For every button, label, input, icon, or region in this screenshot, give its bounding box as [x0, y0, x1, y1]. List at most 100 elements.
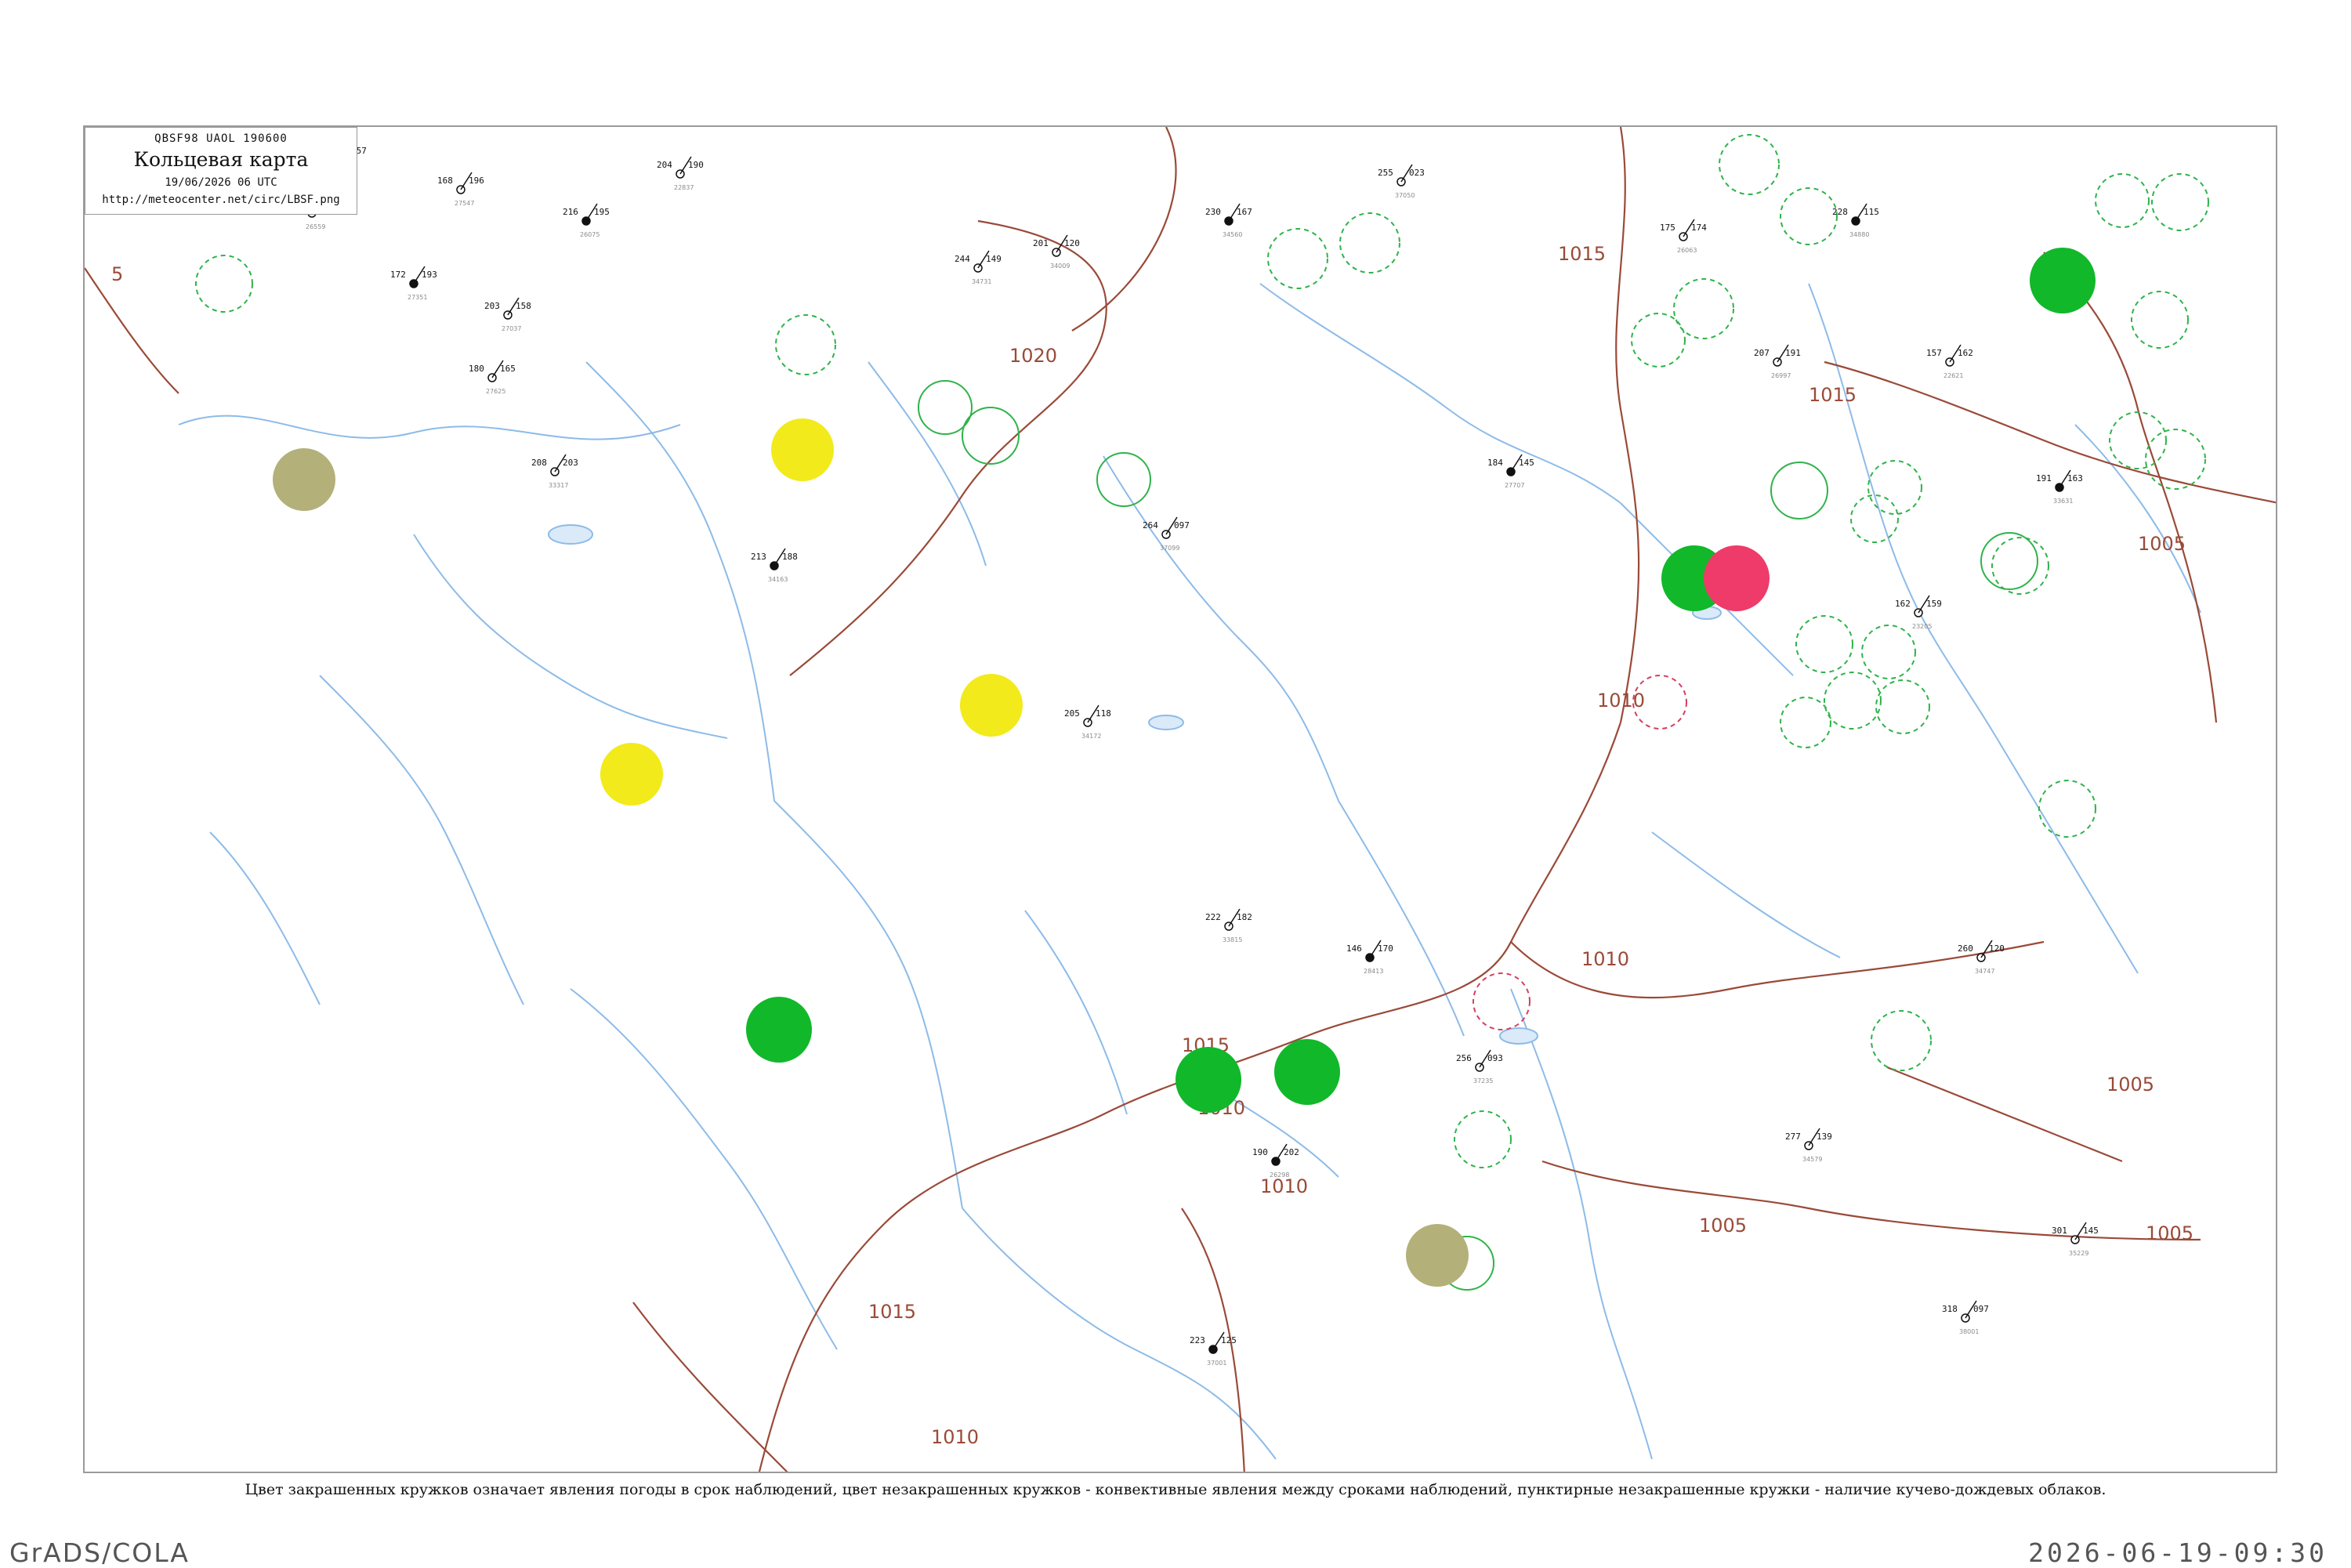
station-pressure: 182 [1237, 912, 1252, 922]
station-pressure: 167 [1237, 207, 1252, 217]
bulletin-code: QBSF98 UAOL 190600 [154, 132, 288, 145]
haze-marker [273, 448, 335, 511]
station-pressure: 125 [1221, 1335, 1237, 1345]
station-pressure: 145 [1519, 458, 1534, 468]
station-id: 27037 [502, 325, 521, 332]
page-title: Кольцевая карта [133, 148, 309, 171]
svg-text:1015: 1015 [1809, 384, 1857, 406]
station-plot: 205 118 34172 [1064, 704, 1111, 740]
svg-text:1015: 1015 [1558, 243, 1606, 265]
station-id: 28413 [1364, 968, 1383, 975]
station-temperature: 222 [1205, 912, 1221, 922]
station-id: 33317 [549, 482, 568, 489]
station-plot: 162 159 23205 [1895, 595, 1942, 630]
station-plot: 208 203 33317 [531, 454, 578, 489]
svg-text:1020: 1020 [1009, 345, 1057, 367]
observation-date: 19/06/2026 06 UTC [165, 176, 277, 189]
isobar-labels: 1020 1015 1015 1010 1010 1010 1010 1005 … [111, 243, 2193, 1448]
svg-text:1005: 1005 [1699, 1215, 1747, 1237]
station-temperature: 207 [1754, 348, 1770, 358]
render-timestamp: 2026-06-19-09:30 [2028, 1537, 2327, 1568]
station-pressure: 158 [516, 301, 531, 311]
station-plot: 256 093 37235 [1456, 1049, 1503, 1085]
station-pressure: 170 [1378, 943, 1393, 954]
legend-caption: Цвет закрашенных кружков означает явлени… [245, 1481, 2106, 1498]
station-id: 34009 [1050, 263, 1070, 270]
station-temperature: 191 [2036, 473, 2052, 483]
station-pressure: 149 [986, 254, 1002, 264]
station-plot: 318 097 38001 [1942, 1300, 1989, 1335]
station-plot: 230 167 34560 [1205, 203, 1252, 238]
station-id: 34880 [1849, 231, 1869, 238]
rain-marker [960, 674, 1023, 737]
lakes-layer [548, 524, 1722, 1045]
station-id: 37235 [1473, 1077, 1493, 1085]
station-temperature: 203 [484, 301, 500, 311]
station-plot: 190 202 26298 [1252, 1143, 1299, 1179]
station-plot: 301 145 35229 [2052, 1222, 2099, 1257]
station-plot: 203 158 27037 [484, 297, 531, 332]
station-temperature: 277 [1785, 1132, 1801, 1142]
station-pressure: 093 [1487, 1053, 1503, 1063]
station-temperature: 228 [1832, 207, 1848, 217]
station-id: 26075 [580, 231, 600, 238]
station-temperature: 157 [1926, 348, 1942, 358]
station-temperature: 190 [1252, 1147, 1268, 1157]
station-plot: 184 145 27707 [1487, 454, 1534, 489]
station-temperature: 264 [1143, 520, 1158, 531]
station-id: 26997 [1771, 372, 1791, 379]
svg-text:1010: 1010 [1581, 948, 1629, 970]
station-pressure: 195 [594, 207, 610, 217]
station-id: 22621 [1943, 372, 1963, 379]
station-id: 33631 [2053, 498, 2073, 505]
station-temperature: 301 [2052, 1226, 2067, 1236]
station-pressure: 202 [1284, 1147, 1299, 1157]
station-plot: 244 149 34731 [955, 250, 1002, 285]
station-id: 26298 [1270, 1171, 1289, 1179]
station-pressure: 118 [1096, 708, 1111, 719]
station-id: 27351 [408, 294, 427, 301]
station-plot: 157 162 22621 [1926, 344, 1973, 379]
station-id: 34747 [1975, 968, 1994, 975]
station-id: 37099 [1160, 545, 1179, 552]
station-pressure: 120 [1064, 238, 1080, 248]
thunder-marker [746, 997, 812, 1063]
haze-marker [1406, 1224, 1469, 1287]
station-pressure: 165 [500, 364, 516, 374]
svg-text:1005: 1005 [2138, 533, 2186, 555]
station-temperature: 162 [1895, 599, 1911, 609]
rain-marker [600, 743, 663, 806]
station-temperature: 216 [563, 207, 578, 217]
station-id: 35229 [2069, 1250, 2088, 1257]
station-plot: 255 023 37050 [1378, 164, 1425, 199]
station-id: 27547 [455, 200, 474, 207]
station-id: 23205 [1912, 623, 1932, 630]
station-temperature: 175 [1660, 223, 1675, 233]
station-plot: 216 195 26075 [563, 203, 610, 238]
svg-text:1010: 1010 [931, 1426, 979, 1448]
isobars-layer [85, 127, 2276, 1472]
station-plot: 168 196 27547 [437, 172, 484, 207]
station-id: 34560 [1223, 231, 1242, 238]
station-plot: 228 115 34880 [1832, 203, 1879, 238]
station-plot: 204 190 22837 [657, 156, 704, 191]
station-pressure: 196 [469, 176, 484, 186]
source-url: http://meteocenter.net/circ/LBSF.png [102, 194, 340, 206]
station-id: 34731 [972, 278, 991, 285]
station-temperature: 184 [1487, 458, 1503, 468]
station-id: 37050 [1395, 192, 1415, 199]
svg-text:1010: 1010 [1597, 690, 1645, 712]
station-temperature: 318 [1942, 1304, 1958, 1314]
rivers-layer [178, 283, 2201, 1460]
station-pressure: 162 [1958, 348, 1973, 358]
station-id: 26559 [306, 223, 325, 230]
station-pressure: 145 [2083, 1226, 2099, 1236]
station-plot: 172 193 27351 [390, 266, 437, 301]
station-plot: 222 182 33815 [1205, 908, 1252, 943]
station-id: 34163 [768, 576, 788, 583]
svg-text:1005: 1005 [2146, 1222, 2193, 1244]
station-plot: 223 125 37001 [1190, 1331, 1237, 1367]
station-temperature: 230 [1205, 207, 1221, 217]
station-id: 22837 [674, 184, 694, 191]
station-plot: 146 170 28413 [1346, 940, 1393, 975]
